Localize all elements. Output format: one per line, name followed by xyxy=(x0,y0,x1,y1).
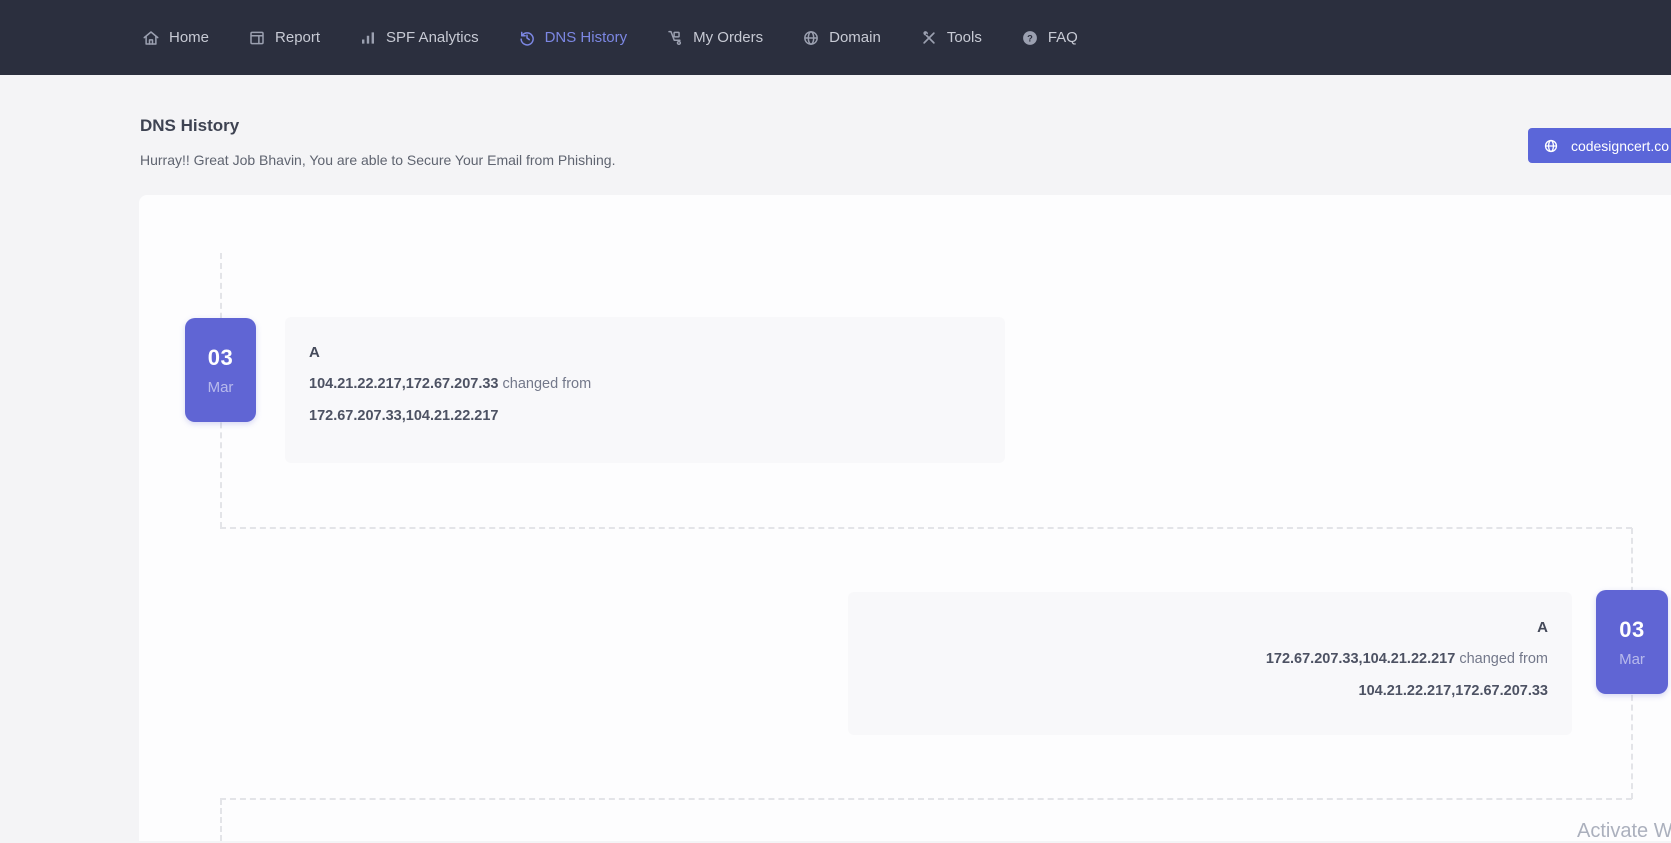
nav-item-label: Report xyxy=(275,29,320,46)
nav-item-label: DNS History xyxy=(545,29,628,46)
history-icon xyxy=(518,29,536,47)
domain-selector-button[interactable]: codesigncert.co xyxy=(1528,128,1671,163)
record-type: A xyxy=(309,344,981,361)
dns-change-card: A 172.67.207.33,104.21.22.217 changed fr… xyxy=(848,592,1572,735)
record-new-value: 104.21.22.217,172.67.207.33 xyxy=(309,376,498,392)
record-old-value: 172.67.207.33,104.21.22.217 xyxy=(309,408,498,424)
nav-item-tools[interactable]: Tools xyxy=(920,29,982,47)
record-changed-text: changed from xyxy=(503,376,592,392)
record-old-value: 104.21.22.217,172.67.207.33 xyxy=(1359,683,1548,699)
date-month: Mar xyxy=(1619,651,1645,668)
nav-item-label: FAQ xyxy=(1048,29,1078,46)
nav-item-dns-history[interactable]: DNS History xyxy=(518,29,628,47)
globe-icon xyxy=(802,29,820,47)
record-old-line: 172.67.207.33,104.21.22.217 xyxy=(309,408,981,425)
nav-item-label: My Orders xyxy=(693,29,763,46)
svg-text:?: ? xyxy=(1027,33,1033,43)
record-new-value: 172.67.207.33,104.21.22.217 xyxy=(1266,651,1455,667)
top-navbar: Home Report SPF Analytics DNS History My… xyxy=(0,0,1671,75)
domain-button-label: codesigncert.co xyxy=(1571,138,1669,154)
nav-item-spf-analytics[interactable]: SPF Analytics xyxy=(359,29,479,47)
record-type: A xyxy=(872,619,1548,636)
nav-item-report[interactable]: Report xyxy=(248,29,320,47)
page-title: DNS History xyxy=(140,116,239,136)
report-icon xyxy=(248,29,266,47)
hand-truck-icon xyxy=(666,29,684,47)
nav-item-home[interactable]: Home xyxy=(142,29,209,47)
record-old-line: 104.21.22.217,172.67.207.33 xyxy=(872,683,1548,700)
bar-chart-icon xyxy=(359,29,377,47)
date-day: 03 xyxy=(208,345,233,371)
home-icon xyxy=(142,29,160,47)
globe-icon xyxy=(1543,138,1559,154)
record-changed-text: changed from xyxy=(1459,651,1548,667)
timeline-line-horizontal-bottom xyxy=(220,798,1632,800)
question-icon: ? xyxy=(1021,29,1039,47)
nav-item-faq[interactable]: ? FAQ xyxy=(1021,29,1078,47)
nav-item-label: Tools xyxy=(947,29,982,46)
timeline-line-horizontal-top xyxy=(220,527,1632,529)
nav-item-my-orders[interactable]: My Orders xyxy=(666,29,763,47)
record-change-line: 104.21.22.217,172.67.207.33 changed from xyxy=(309,376,981,393)
record-change-line: 172.67.207.33,104.21.22.217 changed from xyxy=(872,651,1548,668)
date-badge: 03 Mar xyxy=(185,318,256,422)
nav-item-label: Domain xyxy=(829,29,881,46)
page-subtitle: Hurray!! Great Job Bhavin, You are able … xyxy=(140,152,616,168)
content-panel xyxy=(139,195,1671,841)
activate-windows-watermark: Activate Wi xyxy=(1577,820,1671,843)
nav-item-label: SPF Analytics xyxy=(386,29,479,46)
nav-item-label: Home xyxy=(169,29,209,46)
date-badge: 03 Mar xyxy=(1596,590,1668,694)
timeline-line-vertical-left-continuation xyxy=(220,799,222,841)
nav-item-domain[interactable]: Domain xyxy=(802,29,881,47)
dns-change-card: A 104.21.22.217,172.67.207.33 changed fr… xyxy=(285,317,1005,463)
date-month: Mar xyxy=(208,379,234,396)
tools-icon xyxy=(920,29,938,47)
date-day: 03 xyxy=(1619,617,1644,643)
